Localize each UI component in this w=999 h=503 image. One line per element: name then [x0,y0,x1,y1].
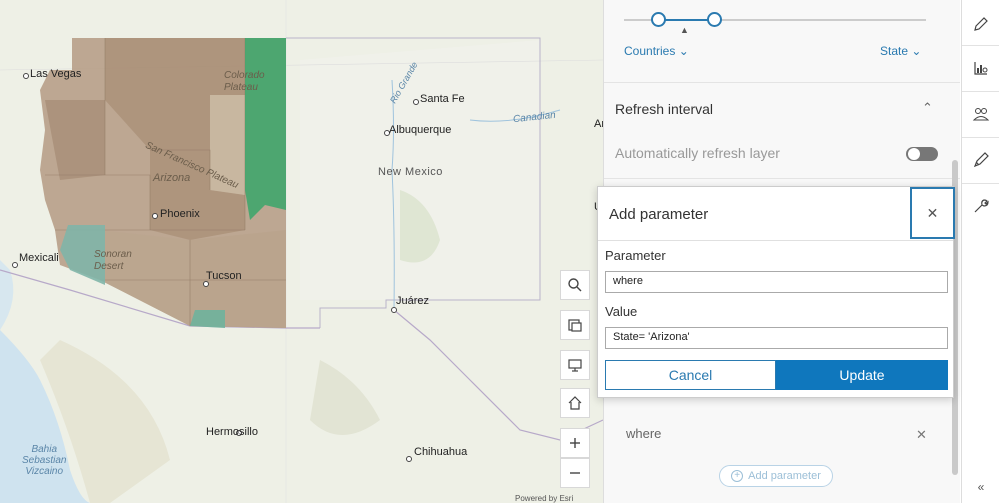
city-hermosillo: Hermosillo [206,426,258,438]
sketch-button[interactable] [962,138,999,182]
auto-refresh-toggle[interactable] [906,147,938,161]
city-juarez: Juárez [396,295,430,307]
chevron-down-icon: ⌄ [911,44,922,58]
map-view[interactable]: Las Vegas Santa Fe Albuquerque Phoenix T… [0,0,603,503]
sketch-icon [973,152,989,168]
chihuahua-marker [406,456,412,462]
range-max-handle[interactable] [707,12,722,27]
pencil-icon [974,17,988,31]
city-albuquerque: Albuquerque [389,124,452,136]
right-action-bar: « [961,0,999,503]
cancel-button[interactable]: Cancel [605,360,776,390]
search-icon [568,278,582,292]
collapse-panel-button[interactable]: « [962,476,999,498]
map-basemap [0,0,603,503]
partial-label-am: Am [594,118,603,130]
clusters-icon [972,108,990,121]
city-mexicali: Mexicali [19,252,59,264]
layer-list-button[interactable] [560,310,590,340]
edit-button[interactable] [962,2,999,46]
add-parameter-label: Add parameter [748,470,821,482]
chevron-down-icon: ⌄ [678,44,689,58]
max-scale-dropdown[interactable]: State ⌄ [880,44,921,58]
add-parameter-dialog: Add parameter ✕ Parameter where Value St… [597,186,955,398]
search-button[interactable] [560,270,590,300]
divider [604,178,960,179]
add-parameter-button[interactable]: + Add parameter [719,465,833,487]
region-arizona: Arizona [153,172,191,184]
juarez-marker [391,307,397,313]
parameter-label: Parameter [605,248,666,263]
city-tucson: Tucson [206,270,242,282]
double-chevron-left-icon: « [977,480,985,494]
region-bahia: Bahia Sebastian Vizcaino [22,444,67,477]
min-scale-label: Countries [624,44,676,58]
home-icon [568,396,582,410]
configure-button[interactable] [962,184,999,228]
las-vegas-marker [23,73,29,79]
remove-param-icon[interactable]: ✕ [916,427,927,443]
divider [598,240,953,241]
value-field[interactable]: State= 'Arizona' [605,327,948,349]
range-min-handle[interactable] [651,12,666,27]
max-scale-label: State [880,44,909,58]
min-scale-dropdown[interactable]: Countries ⌄ [624,44,689,58]
region-colorado-plateau: Colorado Plateau [224,70,265,93]
mexicali-marker [12,262,18,268]
charts-button[interactable] [962,46,999,90]
refresh-interval-header[interactable]: Refresh interval [615,101,713,117]
auto-refresh-label: Automatically refresh layer [615,145,780,161]
zoom-in-button[interactable] [560,428,590,458]
toggle-knob [908,148,920,160]
map-attribution[interactable]: Powered by Esri [515,494,573,503]
close-icon: ✕ [926,204,939,221]
region-sonoran-desert: Sonoran Desert [94,249,132,272]
phoenix-marker [152,213,158,219]
plus-icon [570,438,580,448]
value-label: Value [605,304,638,319]
update-button[interactable]: Update [776,360,948,390]
close-dialog-button[interactable]: ✕ [910,187,955,239]
city-santa-fe: Santa Fe [420,93,465,105]
dialog-title: Add parameter [609,206,709,223]
city-chihuahua: Chihuahua [414,446,468,458]
city-las-vegas: Las Vegas [30,68,82,80]
home-button[interactable] [560,388,590,418]
chevron-up-icon[interactable]: ⌃ [922,100,933,116]
chart-settings-icon [974,62,988,75]
santa-fe-marker [413,99,419,105]
wrench-icon [974,199,989,213]
layers-icon [568,319,582,332]
city-phoenix: Phoenix [160,208,200,220]
current-scale-marker: ▲ [680,25,689,35]
fullscreen-button[interactable] [560,350,590,380]
parameter-field[interactable]: where [605,271,948,293]
plus-circle-icon: + [731,470,744,482]
zoom-out-button[interactable] [560,458,590,488]
minus-icon [570,472,580,474]
monitor-icon [568,359,582,372]
aggregation-button[interactable] [962,92,999,136]
param-item-name: where [626,426,662,441]
divider [604,82,960,83]
state-new-mexico: New Mexico [378,166,443,178]
